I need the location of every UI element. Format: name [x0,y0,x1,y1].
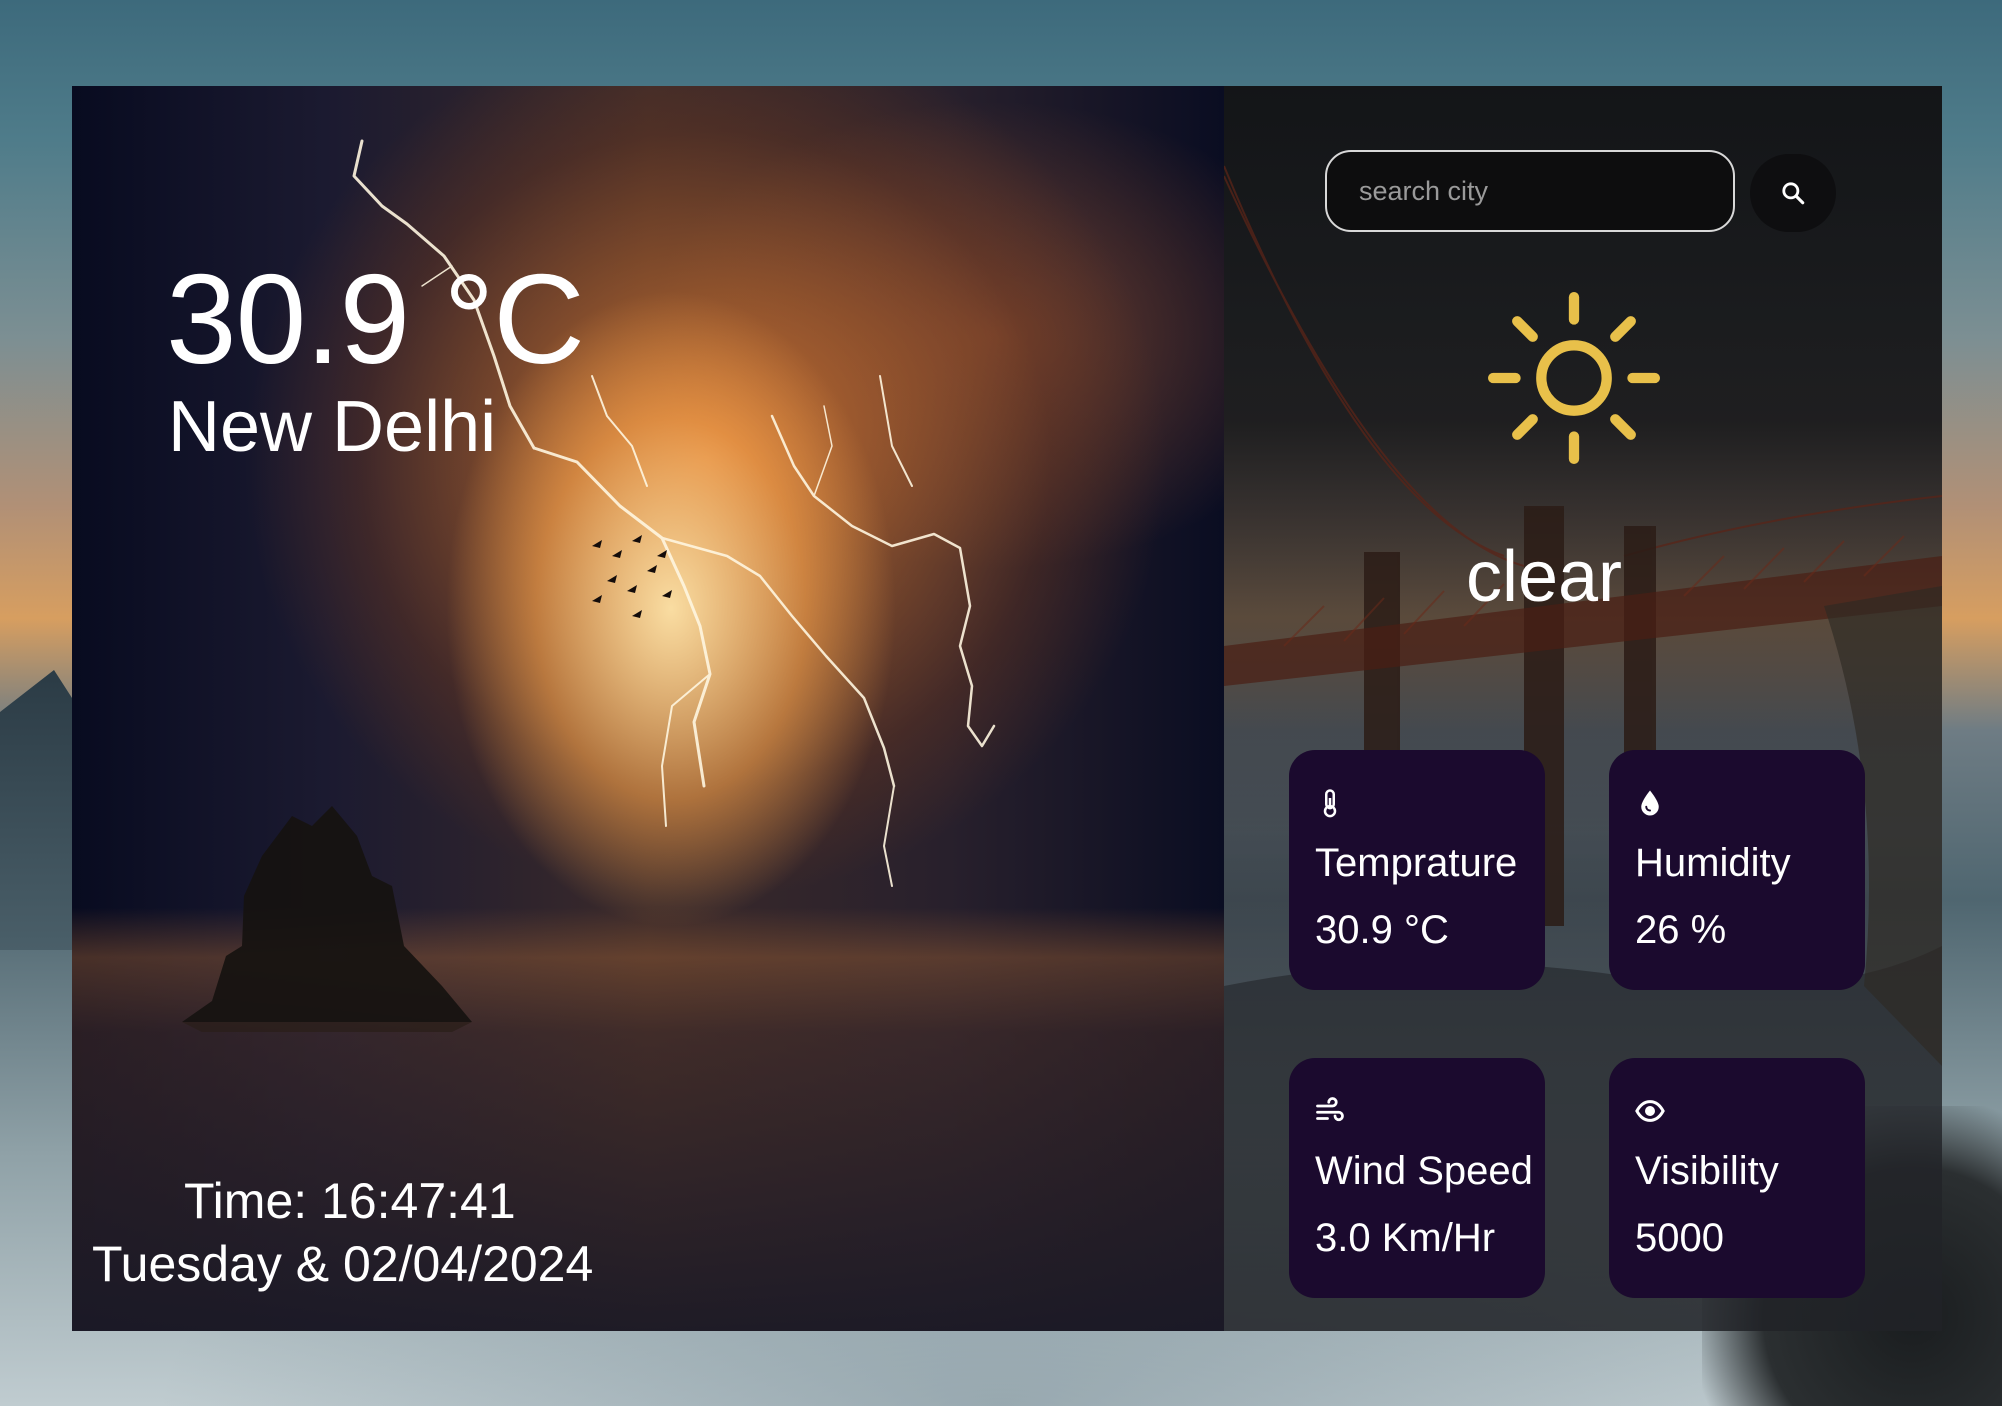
current-weather-panel: 30.9 °C New Delhi Time: 16:47:41 Tuesday… [72,86,1224,1331]
search-input[interactable] [1327,152,1733,230]
card-label: Humidity [1635,841,1791,885]
humidity-card: Humidity 26 % [1609,750,1865,990]
current-time: Time: 16:47:41 [184,1173,516,1229]
card-value: 30.9 °C [1315,908,1449,952]
city-name: New Delhi [168,387,497,467]
wind-speed-card: Wind Speed 3.0 Km/Hr [1289,1058,1545,1298]
island-silhouette [182,806,472,1032]
card-value: 26 % [1635,908,1727,952]
weather-condition: clear [1465,537,1623,617]
weather-details-panel: clear Temprature 30.9 °C Humidity 26 % [1224,86,1942,1331]
card-label: Visibility [1635,1149,1779,1193]
eye-icon [1635,1100,1665,1122]
current-temperature: 30.9 °C [166,248,585,390]
search-icon [1782,182,1805,205]
water-drop-icon [1641,790,1659,816]
card-label: Temprature [1315,841,1518,885]
visibility-card: Visibility 5000 [1609,1058,1865,1298]
sun-icon [1488,292,1660,464]
temperature-card: Temprature 30.9 °C [1289,750,1545,990]
current-date: Tuesday & 02/04/2024 [92,1236,594,1292]
card-value: 3.0 Km/Hr [1315,1216,1496,1260]
thermometer-icon [1323,789,1337,818]
search-field [1325,150,1735,232]
card-value: 5000 [1635,1216,1724,1260]
weather-app: 30.9 °C New Delhi Time: 16:47:41 Tuesday… [72,86,1942,1331]
card-label: Wind Speed [1315,1149,1533,1193]
wind-icon [1316,1097,1344,1122]
search-button[interactable] [1750,154,1836,232]
